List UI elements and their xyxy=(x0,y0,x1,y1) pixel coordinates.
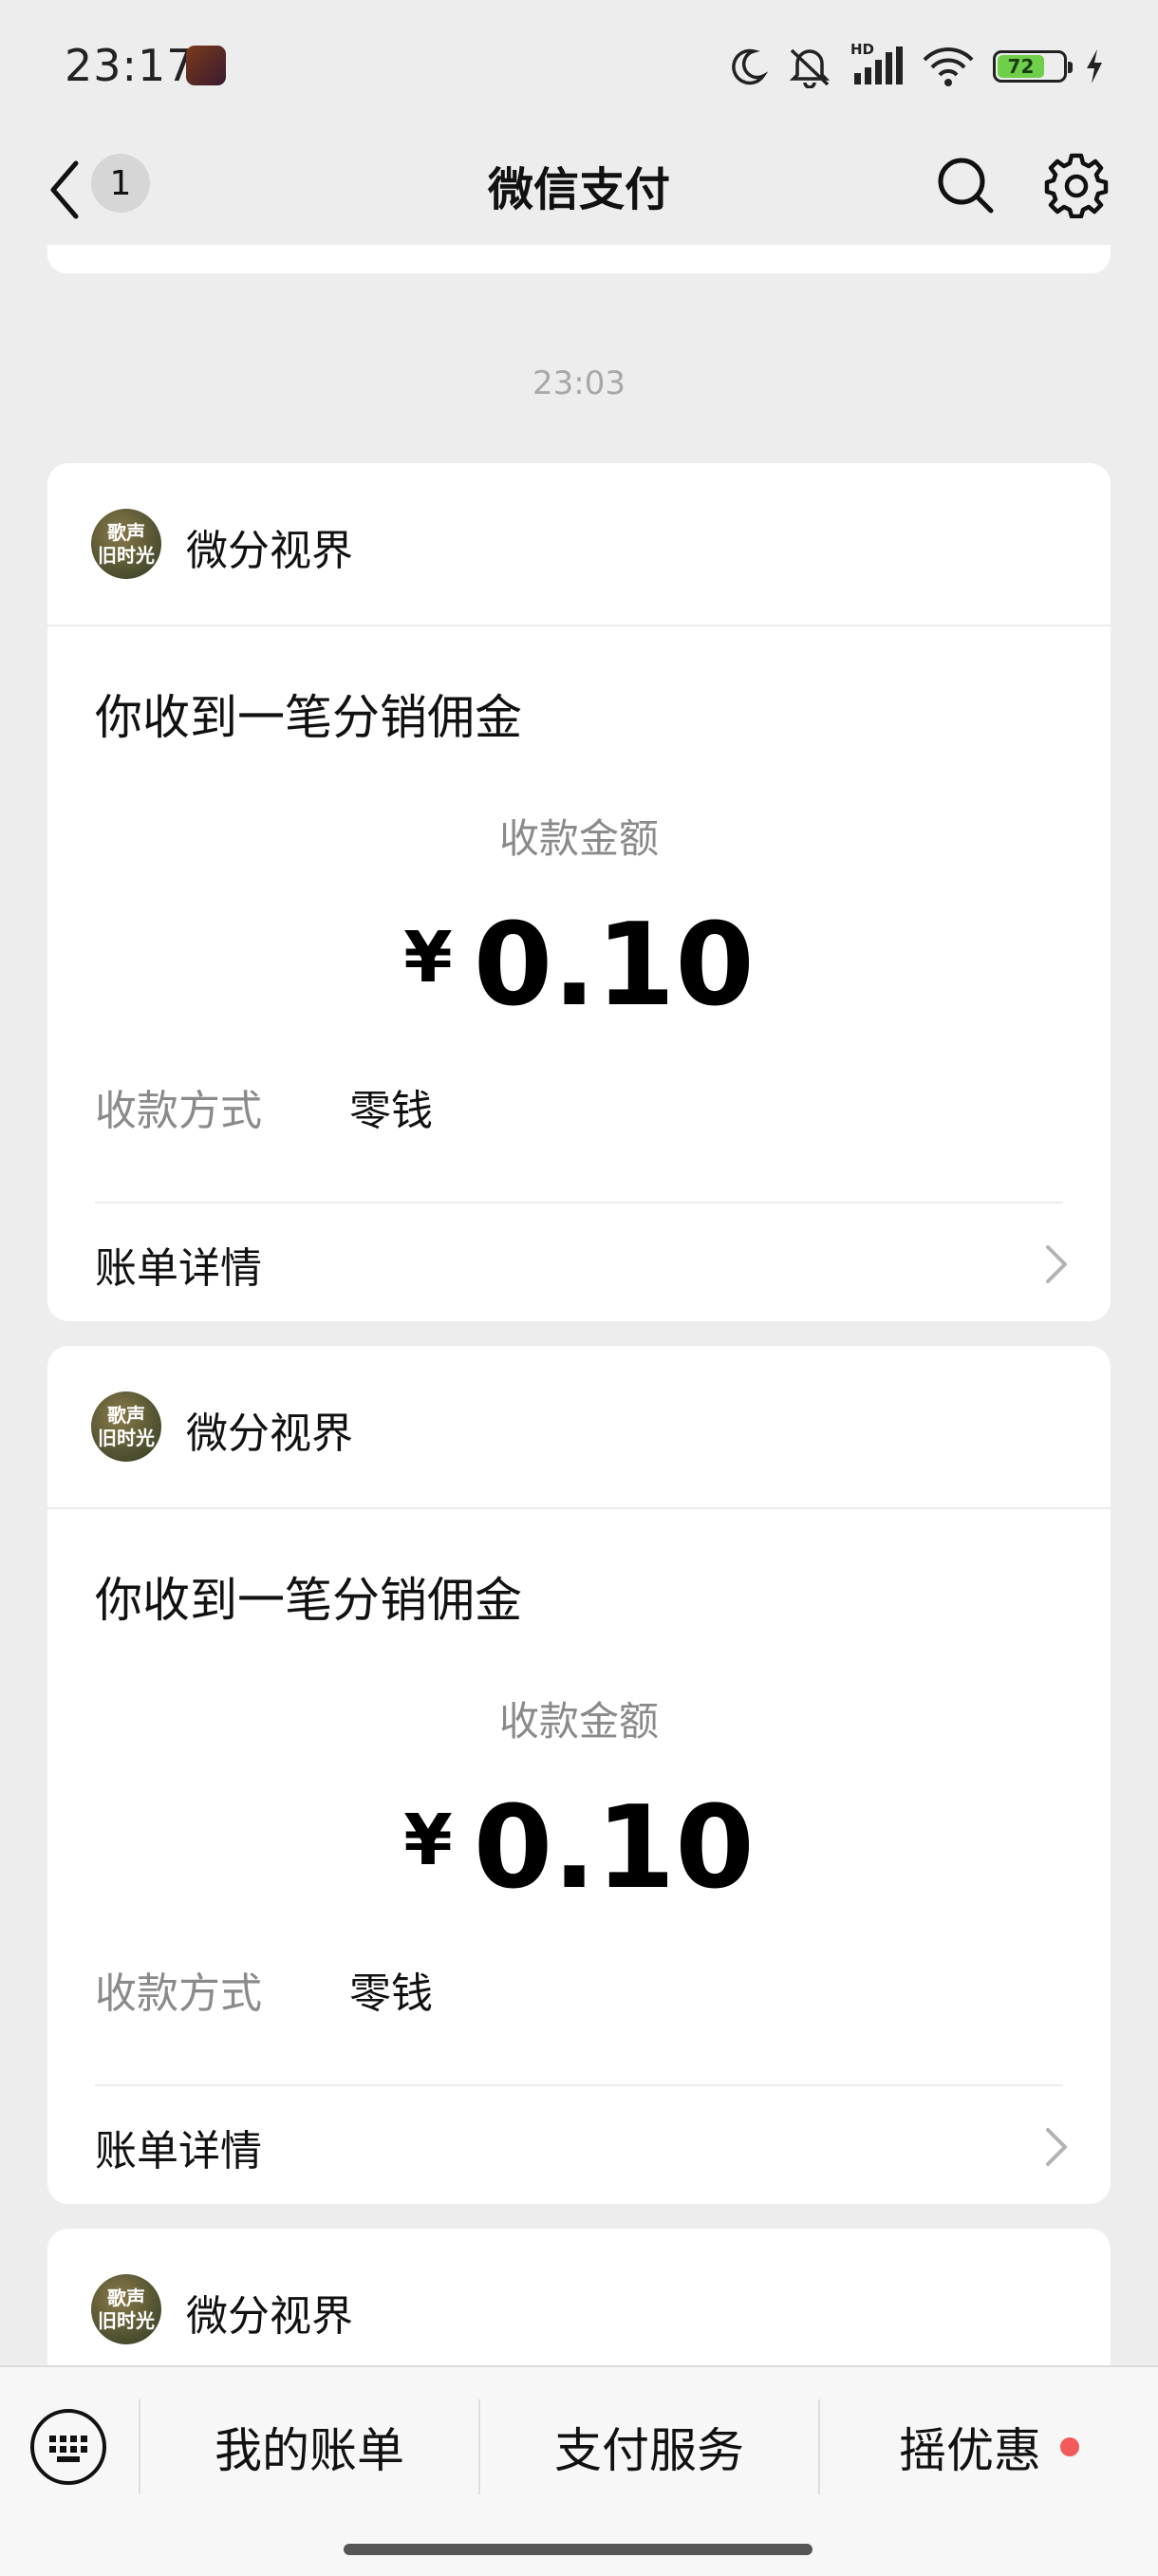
status-icons: HD 72 xyxy=(727,41,1105,91)
keyboard-icon[interactable] xyxy=(28,2407,108,2487)
card-header: 歌声 旧时光 微分视界 xyxy=(47,1346,1111,1509)
card-header: 歌声 旧时光 微分视界 xyxy=(47,463,1111,626)
sender-name: 微分视界 xyxy=(186,2292,353,2341)
battery-icon: 72 xyxy=(993,50,1073,83)
amount-value: 0.10 xyxy=(473,900,755,1032)
card-title: 你收到一笔分销佣金 xyxy=(95,690,522,745)
sender-name: 微分视界 xyxy=(186,1409,353,1458)
wifi-icon xyxy=(923,47,974,86)
menu-my-bills[interactable]: 我的账单 xyxy=(140,2394,478,2500)
payment-method-label: 收款方式 xyxy=(95,1087,262,1135)
mute-bell-icon xyxy=(789,48,831,88)
menu-shake-deals-label: 摇优惠 xyxy=(899,2423,1041,2478)
currency-symbol: ¥ xyxy=(403,1800,453,1881)
moon-icon xyxy=(732,48,769,85)
menu-shake-deals[interactable]: 摇优惠 xyxy=(820,2394,1158,2500)
status-bar: 23:17 HD 72 xyxy=(0,0,1158,133)
search-icon[interactable] xyxy=(932,152,999,218)
signal-icon: HD xyxy=(850,41,904,88)
avatar: 歌声 旧时光 xyxy=(91,509,161,579)
status-time: 23:17 xyxy=(65,40,196,91)
new-indicator-dot xyxy=(1060,2437,1079,2456)
nav-bar: 1 微信支付 xyxy=(0,133,1158,247)
amount-label: 收款金额 xyxy=(498,1698,659,1745)
payment-method-label: 收款方式 xyxy=(95,1969,262,2018)
chevron-right-icon xyxy=(1046,2128,1067,2166)
home-indicator[interactable] xyxy=(344,2544,812,2555)
app-notification-icon xyxy=(186,46,226,85)
payment-card[interactable]: 歌声 旧时光 微分视界 你收到一笔分销佣金 收款金额 ¥0.10 收款方式 零钱 … xyxy=(47,1346,1111,2204)
previous-card-bottom xyxy=(47,245,1111,273)
divider xyxy=(95,1202,1063,1204)
payment-card[interactable]: 歌声 旧时光 微分视界 你收到一笔分销佣金 收款金额 ¥0.10 收款方式 零钱 … xyxy=(47,463,1111,1321)
message-timestamp: 23:03 xyxy=(532,364,626,402)
amount-value: 0.10 xyxy=(473,1783,755,1914)
currency-symbol: ¥ xyxy=(403,917,453,999)
amount-label: 收款金额 xyxy=(498,815,659,862)
charging-icon xyxy=(1087,49,1102,84)
card-title: 你收到一笔分销佣金 xyxy=(95,1573,522,1628)
chevron-right-icon xyxy=(1046,1245,1067,1283)
menu-payment-services[interactable]: 支付服务 xyxy=(480,2394,818,2500)
amount: ¥0.10 xyxy=(47,1783,1111,1914)
battery-level: 72 xyxy=(998,55,1044,78)
divider xyxy=(95,2084,1063,2086)
payment-method-value: 零钱 xyxy=(349,1969,433,2018)
avatar: 歌声 旧时光 xyxy=(91,1391,161,1462)
payment-method-value: 零钱 xyxy=(349,1087,433,1135)
avatar: 歌声 旧时光 xyxy=(91,2274,161,2344)
sender-name: 微分视界 xyxy=(186,527,353,575)
bill-detail-link[interactable]: 账单详情 xyxy=(95,2117,262,2177)
bill-detail-link[interactable]: 账单详情 xyxy=(95,1234,262,1295)
amount: ¥0.10 xyxy=(47,900,1111,1032)
gear-icon[interactable] xyxy=(1042,150,1111,218)
